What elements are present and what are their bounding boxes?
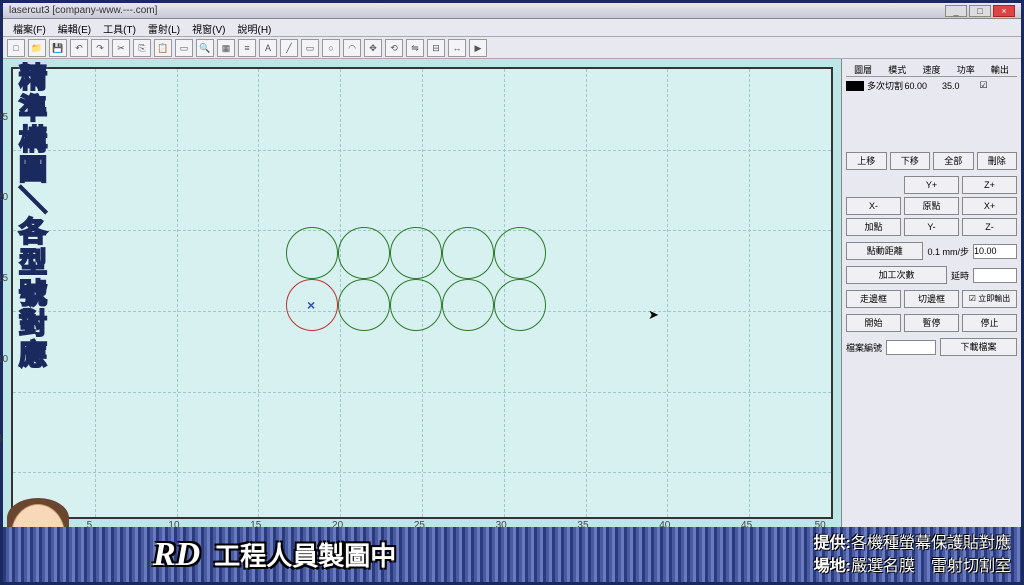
- line-icon[interactable]: ╱: [280, 39, 298, 57]
- proc-count-button[interactable]: 加工次數: [846, 266, 947, 284]
- x-plus-button[interactable]: X+: [962, 197, 1017, 215]
- circle-icon[interactable]: ○: [322, 39, 340, 57]
- paste-icon[interactable]: 📋: [154, 39, 172, 57]
- rd-label: RD: [153, 536, 200, 574]
- mirror-icon[interactable]: ⇋: [406, 39, 424, 57]
- immediate-output-check[interactable]: ☑ 立即輸出: [962, 290, 1017, 308]
- zoom-icon[interactable]: 🔍: [196, 39, 214, 57]
- cut-icon[interactable]: ✂: [112, 39, 130, 57]
- delete-button[interactable]: 刪除: [977, 152, 1018, 170]
- shape-circle[interactable]: [390, 279, 442, 331]
- window-controls: _ □ ×: [945, 5, 1015, 17]
- stop-button[interactable]: 停止: [962, 314, 1017, 332]
- menu-edit[interactable]: 編輯(E): [52, 19, 97, 36]
- output-checkbox[interactable]: ☑: [980, 80, 1018, 91]
- color-swatch: [846, 81, 864, 91]
- titlebar: lasercut3 [company-www.---.com] _ □ ×: [3, 3, 1021, 19]
- jog-unit: 0.1 mm/步: [927, 245, 969, 258]
- undo-icon[interactable]: ↶: [70, 39, 88, 57]
- move-down-button[interactable]: 下移: [890, 152, 931, 170]
- y-tick: 25: [0, 112, 8, 123]
- y-minus-button[interactable]: Y-: [904, 218, 959, 236]
- select-all-button[interactable]: 全部: [933, 152, 974, 170]
- move-up-button[interactable]: 上移: [846, 152, 887, 170]
- open-icon[interactable]: 📁: [28, 39, 46, 57]
- pause-button[interactable]: 暫停: [904, 314, 959, 332]
- shape-circle[interactable]: [338, 279, 390, 331]
- center-mark-icon: ×: [307, 297, 315, 313]
- add-point-button[interactable]: 加點: [846, 218, 901, 236]
- select-icon[interactable]: ▭: [175, 39, 193, 57]
- file-no-label: 檔案編號: [846, 341, 882, 354]
- delay-input[interactable]: [973, 268, 1017, 283]
- layer-header: 圖層模式 速度功率 輸出: [846, 63, 1017, 77]
- z-minus-button[interactable]: Z-: [962, 218, 1017, 236]
- close-button[interactable]: ×: [993, 5, 1015, 17]
- maximize-button[interactable]: □: [969, 5, 991, 17]
- canvas-wrap: × ➤ 5 10 15 20 25 30 35 40 45 50 5 10 15…: [3, 59, 841, 527]
- y-tick: 5: [0, 434, 3, 445]
- y-tick: 10: [0, 354, 8, 365]
- y-plus-button[interactable]: Y+: [904, 176, 959, 194]
- jog-button[interactable]: 點動距離: [846, 242, 923, 260]
- new-icon[interactable]: □: [7, 39, 25, 57]
- shape-circle[interactable]: [494, 227, 546, 279]
- menu-laser[interactable]: 雷射(L): [142, 19, 186, 36]
- side-panel: 圖層模式 速度功率 輸出 多次切割 60.00 35.0 ☑ 上移 下移 全部 …: [841, 59, 1021, 527]
- align-icon[interactable]: ⊟: [427, 39, 445, 57]
- shape-circle[interactable]: [442, 279, 494, 331]
- x-minus-button[interactable]: X-: [846, 197, 901, 215]
- save-icon[interactable]: 💾: [49, 39, 67, 57]
- layer-row[interactable]: 多次切割 60.00 35.0 ☑: [846, 79, 1017, 92]
- toolbar: □ 📁 💾 ↶ ↷ ✂ ⎘ 📋 ▭ 🔍 ▦ ≡ A ╱ ▭ ○ ◠ ✥ ⟲ ⇋ …: [3, 37, 1021, 59]
- y-tick: 20: [0, 192, 8, 203]
- origin-button[interactable]: 原點: [904, 197, 959, 215]
- rotate-icon[interactable]: ⟲: [385, 39, 403, 57]
- shape-circle[interactable]: [286, 227, 338, 279]
- menu-view[interactable]: 視窗(V): [186, 19, 231, 36]
- menu-tools[interactable]: 工具(T): [97, 19, 142, 36]
- shape-circle[interactable]: [390, 227, 442, 279]
- drawing-canvas[interactable]: × ➤ 5 10 15 20 25 30 35 40 45 50 5 10 15…: [11, 67, 833, 519]
- move-icon[interactable]: ✥: [364, 39, 382, 57]
- download-button[interactable]: 下載檔案: [940, 338, 1017, 356]
- shape-circle[interactable]: [338, 227, 390, 279]
- layer-icon[interactable]: ≡: [238, 39, 256, 57]
- cut-frame-button[interactable]: 切邊框: [904, 290, 959, 308]
- arc-icon[interactable]: ◠: [343, 39, 361, 57]
- text-icon[interactable]: A: [259, 39, 277, 57]
- z-plus-button[interactable]: Z+: [962, 176, 1017, 194]
- shape-circle[interactable]: [494, 279, 546, 331]
- overlay-left-text: 精準構圖＼各型號對應: [9, 63, 57, 371]
- center-caption: 工程人員製圖中: [214, 536, 396, 573]
- file-no-input[interactable]: [886, 340, 936, 355]
- run-icon[interactable]: ▶: [469, 39, 487, 57]
- menu-help[interactable]: 說明(H): [231, 19, 277, 36]
- dim-icon[interactable]: ↔: [448, 39, 466, 57]
- window-title: lasercut3 [company-www.---.com]: [9, 5, 157, 16]
- redo-icon[interactable]: ↷: [91, 39, 109, 57]
- rect-icon[interactable]: ▭: [301, 39, 319, 57]
- shape-circle[interactable]: [442, 227, 494, 279]
- y-tick: 15: [0, 273, 8, 284]
- menu-file[interactable]: 檔案(F): [7, 19, 52, 36]
- bottom-overlay: RD 工程人員製圖中 提供:各機種螢幕保護貼對應 場地:嚴選名膜 雷射切割室: [3, 527, 1021, 582]
- minimize-button[interactable]: _: [945, 5, 967, 17]
- start-button[interactable]: 開始: [846, 314, 901, 332]
- run-frame-button[interactable]: 走邊框: [846, 290, 901, 308]
- grid-icon[interactable]: ▦: [217, 39, 235, 57]
- copy-icon[interactable]: ⎘: [133, 39, 151, 57]
- menubar: 檔案(F) 編輯(E) 工具(T) 雷射(L) 視窗(V) 說明(H): [3, 19, 1021, 37]
- cursor-icon: ➤: [648, 307, 659, 323]
- jog-input[interactable]: [973, 244, 1017, 259]
- bottom-right-info: 提供:各機種螢幕保護貼對應 場地:嚴選名膜 雷射切割室: [814, 533, 1011, 578]
- delay-label: 延時: [951, 269, 969, 282]
